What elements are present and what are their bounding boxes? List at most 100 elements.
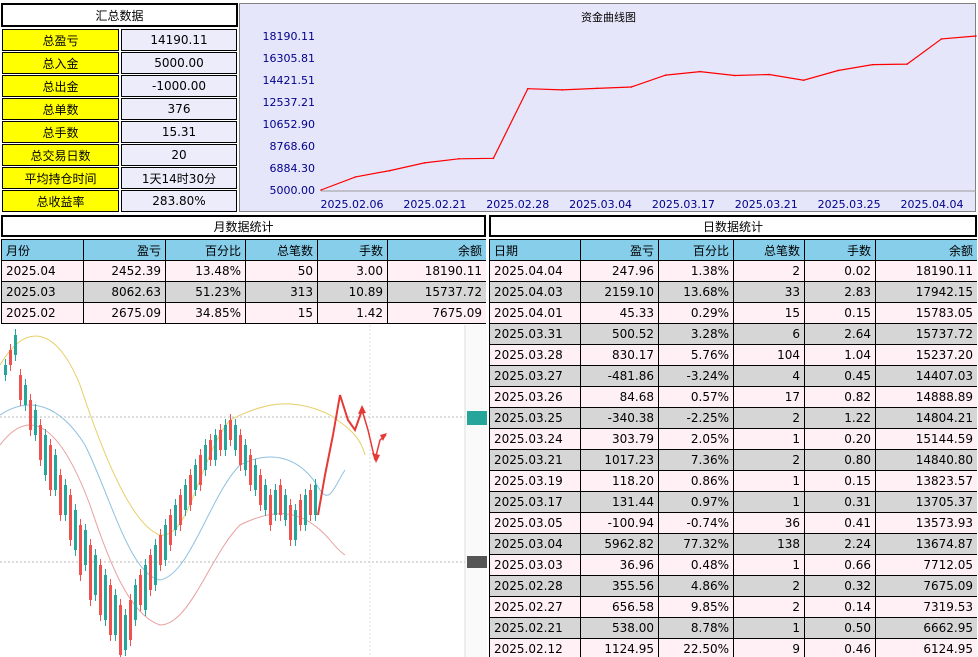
table-cell: -481.86 xyxy=(580,365,659,387)
table-row[interactable]: 2025.03.27 -481.86 -3.24% 4 0.45 14407.03 xyxy=(489,365,977,387)
table-cell: 5962.82 xyxy=(580,533,659,555)
candle-body xyxy=(254,465,257,490)
table-cell: 8.78% xyxy=(658,617,734,639)
table-cell: 2 xyxy=(733,596,805,618)
table-row[interactable]: 2025.03.03 36.96 0.48% 1 0.66 7712.05 xyxy=(489,554,977,576)
column-header[interactable]: 月份 xyxy=(1,239,84,261)
daily-stats-panel: 日数据统计 日期 盈亏 百分比 总笔数 手数 余额 2025.04.04 247.96 1.3… xyxy=(489,215,977,657)
table-row[interactable]: 2025.02.12 1124.95 22.50% 9 0.46 6124.95 xyxy=(489,638,977,657)
y-tick-label: 18190.11 xyxy=(263,30,316,43)
candle-body xyxy=(89,545,92,600)
table-row[interactable]: 2025.03.17 131.44 0.97% 1 0.31 13705.37 xyxy=(489,491,977,513)
table-row[interactable]: 2025.03.25 -340.38 -2.25% 2 1.22 14804.21 xyxy=(489,407,977,429)
table-row[interactable]: 2025.04.01 45.33 0.29% 15 0.15 15783.05 xyxy=(489,302,977,324)
table-cell: 0.97% xyxy=(658,491,734,513)
summary-label: 总入金 xyxy=(2,52,119,74)
column-header[interactable]: 百分比 xyxy=(165,239,246,261)
table-row[interactable]: 2025.03.19 118.20 0.86% 1 0.15 13823.57 xyxy=(489,470,977,492)
summary-value: 20 xyxy=(121,144,237,166)
table-row[interactable]: 2025.04.04 247.96 1.38% 2 0.02 18190.11 xyxy=(489,260,977,282)
table-cell: 7319.53 xyxy=(875,596,977,618)
table-row[interactable]: 2025.02.21 538.00 8.78% 1 0.50 6662.95 xyxy=(489,617,977,639)
y-tick-label: 12537.21 xyxy=(263,96,316,109)
candle-body xyxy=(14,335,17,355)
column-header[interactable]: 余额 xyxy=(875,239,977,261)
table-cell: 36.96 xyxy=(580,554,659,576)
table-cell: 2452.39 xyxy=(83,260,166,282)
column-header[interactable]: 日期 xyxy=(489,239,581,261)
summary-row: 平均持仓时间 1天14时30分 xyxy=(1,167,238,189)
candle-body xyxy=(199,455,202,485)
equity-data-point xyxy=(630,86,633,88)
table-row[interactable]: 2025.03.05 -100.94 -0.74% 36 0.41 13573.93 xyxy=(489,512,977,534)
table-cell: 14888.89 xyxy=(875,386,977,408)
candle-body xyxy=(239,435,242,465)
table-row[interactable]: 2025.03.26 84.68 0.57% 17 0.82 14888.89 xyxy=(489,386,977,408)
column-header[interactable]: 总笔数 xyxy=(245,239,318,261)
table-cell: 2.83 xyxy=(804,281,876,303)
table-row[interactable]: 2025.03.28 830.17 5.76% 104 1.04 15237.20 xyxy=(489,344,977,366)
candle-body xyxy=(129,600,132,640)
candle-body xyxy=(229,420,232,440)
summary-row: 总入金 5000.00 xyxy=(1,52,238,74)
summary-label: 总手数 xyxy=(2,121,119,143)
table-cell: 15737.72 xyxy=(387,281,486,303)
x-tick-label: 2025.02.21 xyxy=(403,198,466,211)
candle-body xyxy=(274,490,277,515)
column-header[interactable]: 百分比 xyxy=(658,239,734,261)
candle-body xyxy=(114,595,117,635)
price-scale-strip xyxy=(465,325,487,657)
equity-data-point xyxy=(906,63,908,65)
table-cell: 14804.21 xyxy=(875,407,977,429)
equity-data-point xyxy=(768,73,770,76)
table-cell: 17 xyxy=(733,386,805,408)
column-header[interactable]: 余额 xyxy=(387,239,486,261)
column-header[interactable]: 总笔数 xyxy=(733,239,805,261)
table-cell: 13705.37 xyxy=(875,491,977,513)
column-header[interactable]: 手数 xyxy=(804,239,876,261)
candle-body xyxy=(164,525,167,560)
column-header[interactable]: 手数 xyxy=(317,239,388,261)
table-cell: 2675.09 xyxy=(83,302,166,324)
table-row[interactable]: 2025.04.03 2159.10 13.68% 33 2.83 17942.15 xyxy=(489,281,977,303)
table-row[interactable]: 2025.03.04 5962.82 77.32% 138 2.24 13674.87 xyxy=(489,533,977,555)
summary-label: 总单数 xyxy=(2,98,119,120)
equity-data-point xyxy=(320,189,322,191)
table-cell: 15737.72 xyxy=(875,323,977,345)
table-row[interactable]: 2025.03.24 303.79 2.05% 1 0.20 15144.59 xyxy=(489,428,977,450)
candle-body xyxy=(219,430,222,450)
column-header[interactable]: 盈亏 xyxy=(83,239,166,261)
table-row[interactable]: 2025.02.28 355.56 4.86% 2 0.32 7675.09 xyxy=(489,575,977,597)
table-cell: 1017.23 xyxy=(580,449,659,471)
table-row[interactable]: 2025.02 2675.09 34.85% 15 1.42 7675.09 xyxy=(1,302,486,324)
column-header[interactable]: 盈亏 xyxy=(580,239,659,261)
table-cell: 2 xyxy=(733,260,805,282)
candle-body xyxy=(119,605,122,655)
summary-label: 总收益率 xyxy=(2,190,119,212)
table-cell: 2025.03.28 xyxy=(489,344,581,366)
table-cell: 3.28% xyxy=(658,323,734,345)
candle-body xyxy=(44,435,47,475)
table-cell: 15 xyxy=(245,302,318,324)
table-row[interactable]: 2025.02.27 656.58 9.85% 2 0.14 7319.53 xyxy=(489,596,977,618)
table-cell: 6124.95 xyxy=(875,638,977,657)
table-cell: 15783.05 xyxy=(875,302,977,324)
candle-body xyxy=(299,500,302,525)
table-cell: 77.32% xyxy=(658,533,734,555)
table-cell: 9 xyxy=(733,638,805,657)
equity-data-point xyxy=(664,74,667,76)
table-cell: 0.41 xyxy=(804,512,876,534)
table-row[interactable]: 2025.04 2452.39 13.48% 50 3.00 18190.11 xyxy=(1,260,486,282)
table-row[interactable]: 2025.03 8062.63 51.23% 313 10.89 15737.72 xyxy=(1,281,486,303)
candle-body xyxy=(9,350,12,365)
candle-body xyxy=(39,425,42,460)
table-row[interactable]: 2025.03.31 500.52 3.28% 6 2.64 15737.72 xyxy=(489,323,977,345)
summary-value: 14190.11 xyxy=(121,29,237,51)
candle-body xyxy=(189,475,192,505)
candle-body xyxy=(264,485,267,510)
table-cell: 2159.10 xyxy=(580,281,659,303)
candle-body xyxy=(249,455,252,485)
candle-body xyxy=(59,475,62,515)
table-cell: 1.04 xyxy=(804,344,876,366)
table-row[interactable]: 2025.03.21 1017.23 7.36% 2 0.80 14840.80 xyxy=(489,449,977,471)
